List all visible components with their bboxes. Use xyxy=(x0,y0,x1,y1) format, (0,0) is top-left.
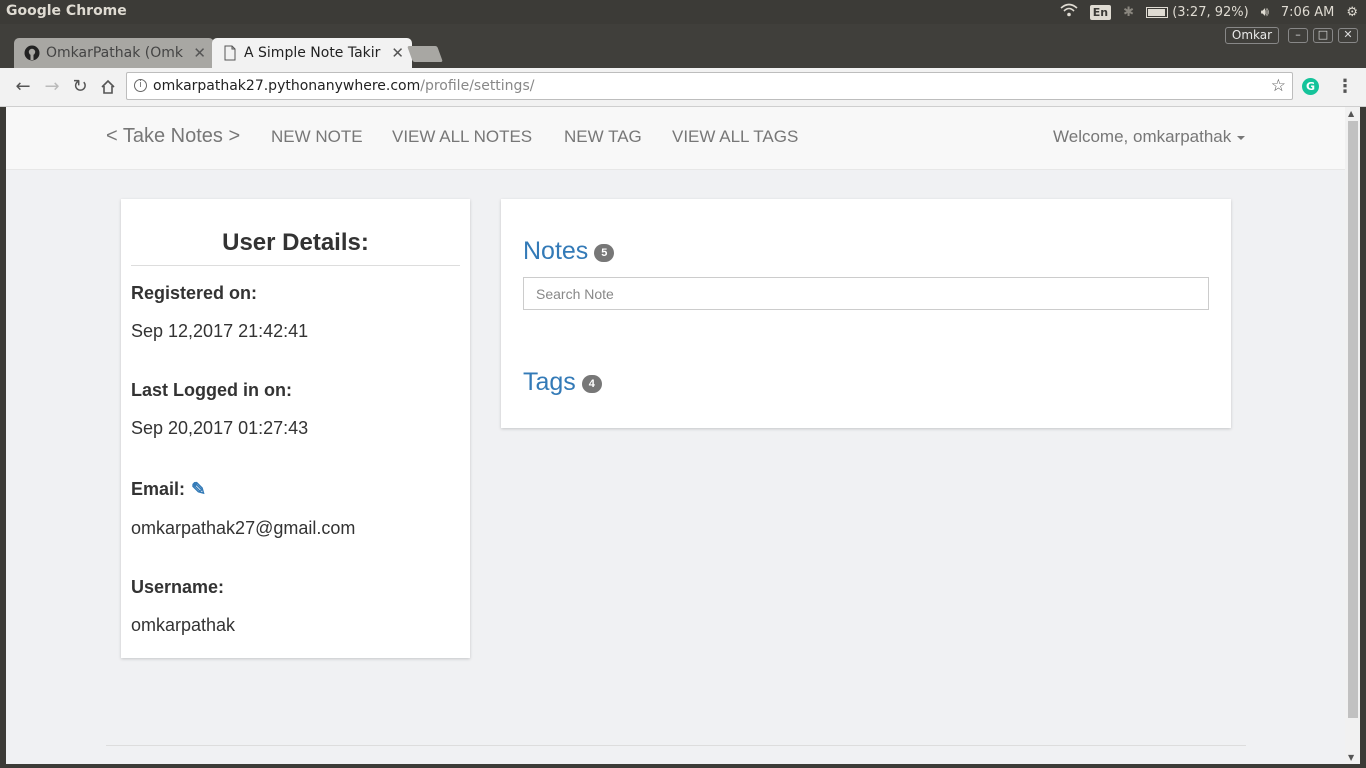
url-host: omkarpathak27.pythonanywhere.com xyxy=(153,78,421,94)
notes-tags-card: Notes 5 Tags 4 xyxy=(501,199,1231,428)
os-app-name: Google Chrome xyxy=(6,3,127,19)
forward-arrow-icon[interactable]: → xyxy=(41,76,63,98)
user-dropdown[interactable]: Welcome, omkarpathak xyxy=(1053,127,1246,147)
tags-title: Tags xyxy=(523,368,576,396)
document-icon xyxy=(222,45,238,61)
back-arrow-icon[interactable]: ← xyxy=(12,76,34,98)
last-logged-label: Last Logged in on: xyxy=(131,380,292,400)
scrollbar-thumb[interactable] xyxy=(1348,121,1358,718)
home-icon[interactable] xyxy=(97,76,119,98)
nav-new-tag[interactable]: NEW TAG xyxy=(564,127,642,147)
url-path: /profile/settings/ xyxy=(420,78,535,94)
window-frame-right xyxy=(1360,107,1366,768)
clock[interactable]: 7:06 AM xyxy=(1281,5,1334,20)
tab-github[interactable]: OmkarPathak (Omk ✕ xyxy=(14,38,214,68)
info-icon[interactable]: i xyxy=(134,79,147,92)
scroll-up-arrow-icon[interactable]: ▲ xyxy=(1348,109,1354,118)
os-top-panel: Google Chrome En ✱ (3:27, 92%) 🔊︎ 7:06 A… xyxy=(0,0,1366,24)
tab-title: OmkarPathak (Omk xyxy=(46,45,183,61)
edit-pencil-icon[interactable]: ✎ xyxy=(191,479,206,500)
battery-indicator[interactable]: (3:27, 92%) xyxy=(1146,5,1249,20)
username-value: omkarpathak xyxy=(131,615,236,635)
browser-menu-icon[interactable]: ⋮ xyxy=(1336,76,1354,97)
divider xyxy=(131,265,460,266)
battery-status: (3:27, 92%) xyxy=(1172,4,1249,20)
keyboard-language-indicator[interactable]: En xyxy=(1089,4,1112,20)
github-icon xyxy=(24,45,40,61)
page-viewport: < Take Notes > NEW NOTE VIEW ALL NOTES N… xyxy=(6,107,1345,764)
tab-note-app[interactable]: A Simple Note Takir ✕ xyxy=(212,38,412,68)
tags-count-badge: 4 xyxy=(581,375,602,393)
profile-button[interactable]: Omkar xyxy=(1225,27,1279,44)
reload-icon[interactable]: ↻ xyxy=(69,76,91,98)
search-note-input[interactable] xyxy=(523,277,1209,310)
caret-down-icon xyxy=(1237,135,1246,140)
browser-window-chrome: OmkarPathak (Omk ✕ A Simple Note Takir ✕… xyxy=(0,24,1366,107)
battery-icon xyxy=(1146,6,1169,18)
nav-view-all-notes[interactable]: VIEW ALL NOTES xyxy=(392,127,532,147)
email-label: Email: xyxy=(131,479,186,499)
email-value: omkarpathak27@gmail.com xyxy=(131,518,356,538)
volume-icon[interactable]: 🔊︎ xyxy=(1261,5,1269,20)
email-label-row: Email: ✎ xyxy=(131,479,206,500)
notes-title: Notes xyxy=(523,237,589,265)
maximize-icon[interactable]: □ xyxy=(1313,28,1333,43)
tab-strip: OmkarPathak (Omk ✕ A Simple Note Takir ✕… xyxy=(0,24,1366,68)
user-details-title: User Details: xyxy=(222,229,369,256)
new-tab-button[interactable] xyxy=(407,46,443,62)
nav-view-all-tags[interactable]: VIEW ALL TAGS xyxy=(672,127,798,147)
page-scrollbar[interactable]: ▲ ▼ xyxy=(1345,107,1360,764)
registered-value: Sep 12,2017 21:42:41 xyxy=(131,321,309,341)
scroll-down-arrow-icon[interactable]: ▼ xyxy=(1348,753,1354,762)
username-label: Username: xyxy=(131,577,225,597)
tags-heading[interactable]: Tags 4 xyxy=(523,368,602,397)
site-navbar: < Take Notes > NEW NOTE VIEW ALL NOTES N… xyxy=(6,107,1345,170)
brand-link[interactable]: < Take Notes > xyxy=(106,125,240,148)
wifi-icon[interactable] xyxy=(1060,3,1078,21)
bluetooth-icon[interactable]: ✱ xyxy=(1123,5,1134,20)
address-bar[interactable]: i omkarpathak27.pythonanywhere.com/profi… xyxy=(126,72,1293,100)
welcome-text: Welcome, omkarpathak xyxy=(1053,127,1232,146)
grammarly-extension-icon[interactable]: G xyxy=(1302,78,1319,95)
tab-close-icon[interactable]: ✕ xyxy=(391,44,404,62)
registered-label: Registered on: xyxy=(131,283,258,303)
notes-count-badge: 5 xyxy=(594,244,615,262)
settings-gear-icon[interactable]: ⚙ xyxy=(1346,5,1358,20)
last-logged-value: Sep 20,2017 01:27:43 xyxy=(131,418,309,438)
close-window-icon[interactable]: ✕ xyxy=(1338,28,1358,43)
window-frame-bottom xyxy=(0,764,1366,768)
browser-toolbar: ← → ↻ i omkarpathak27.pythonanywhere.com… xyxy=(0,68,1366,107)
minimize-icon[interactable]: – xyxy=(1288,28,1308,43)
user-details-card: User Details: Registered on: Sep 12,2017… xyxy=(121,199,470,658)
notes-heading[interactable]: Notes 5 xyxy=(523,237,615,266)
tab-title: A Simple Note Takir xyxy=(244,45,381,61)
footer-divider xyxy=(106,745,1246,746)
os-indicators: En ✱ (3:27, 92%) 🔊︎ 7:06 AM ⚙ xyxy=(1060,3,1358,21)
nav-new-note[interactable]: NEW NOTE xyxy=(271,127,363,147)
bookmark-star-icon[interactable]: ☆ xyxy=(1271,76,1286,96)
tab-close-icon[interactable]: ✕ xyxy=(193,44,206,62)
